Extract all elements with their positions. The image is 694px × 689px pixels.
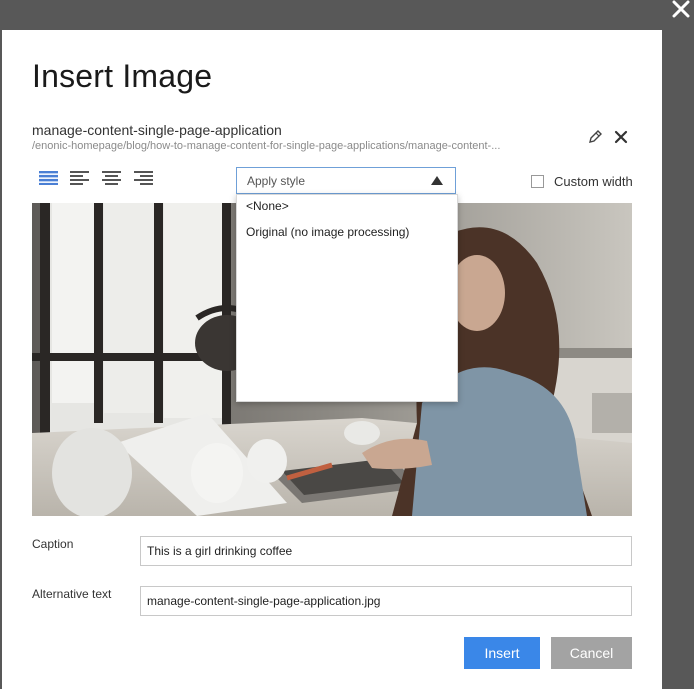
alt-text-input[interactable]: [140, 586, 632, 616]
triangle-up-icon: [431, 176, 443, 185]
image-name: manage-content-single-page-application: [32, 122, 282, 138]
cancel-button[interactable]: Cancel: [551, 637, 632, 669]
custom-width-checkbox[interactable]: [531, 175, 544, 188]
remove-image-close-icon[interactable]: [612, 128, 630, 146]
insert-button[interactable]: Insert: [464, 637, 540, 669]
align-justify-icon[interactable]: [38, 170, 60, 192]
pencil-icon[interactable]: [586, 128, 604, 146]
apply-style-menu: <None> Original (no image processing): [236, 194, 458, 402]
insert-image-dialog: Insert Image manage-content-single-page-…: [2, 30, 662, 689]
custom-width-label: Custom width: [554, 174, 633, 189]
style-option-none[interactable]: <None>: [237, 195, 457, 221]
align-left-icon[interactable]: [69, 170, 91, 192]
apply-style-placeholder: Apply style: [247, 174, 306, 188]
style-option-original[interactable]: Original (no image processing): [237, 221, 457, 247]
caption-label: Caption: [32, 537, 74, 551]
alt-text-label: Alternative text: [32, 587, 112, 601]
caption-input[interactable]: [140, 536, 632, 566]
image-path: /enonic-homepage/blog/how-to-manage-cont…: [32, 140, 501, 152]
align-center-icon[interactable]: [101, 170, 123, 192]
overlay-close-icon[interactable]: [670, 0, 692, 20]
apply-style-dropdown[interactable]: Apply style: [236, 167, 456, 194]
align-right-icon[interactable]: [133, 170, 155, 192]
dialog-title: Insert Image: [32, 58, 213, 94]
